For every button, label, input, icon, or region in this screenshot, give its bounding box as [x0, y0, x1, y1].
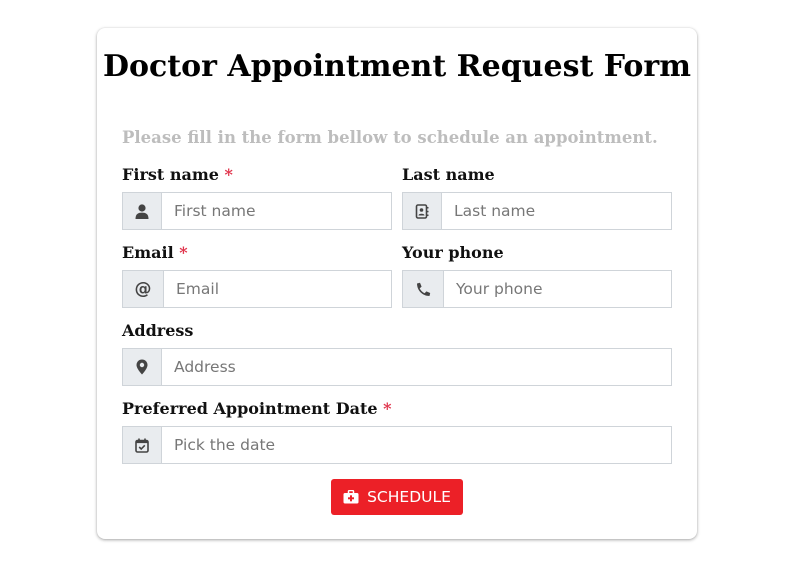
- at-icon: @: [123, 271, 164, 307]
- email-input-group: @: [122, 270, 392, 308]
- appointment-form-card: Doctor Appointment Request Form Please f…: [97, 28, 697, 539]
- phone-icon: [403, 271, 444, 307]
- form-title: Doctor Appointment Request Form: [103, 49, 691, 84]
- appointment-date-label: Preferred Appointment Date *: [122, 399, 392, 418]
- medical-kit-icon: [343, 490, 359, 504]
- schedule-button[interactable]: SCHEDULE: [331, 479, 463, 515]
- appointment-date-input[interactable]: [162, 427, 671, 463]
- appointment-date-field: Preferred Appointment Date *: [122, 398, 672, 464]
- address-book-icon: [403, 193, 442, 229]
- phone-field: Your phone: [402, 242, 672, 308]
- appointment-date-input-group: [122, 426, 672, 464]
- address-label: Address: [122, 321, 194, 340]
- phone-input[interactable]: [444, 271, 671, 307]
- user-icon: [123, 193, 162, 229]
- required-marker: *: [224, 165, 233, 184]
- last-name-label: Last name: [402, 165, 495, 184]
- first-name-input[interactable]: [162, 193, 391, 229]
- last-name-input-group: [402, 192, 672, 230]
- last-name-input[interactable]: [442, 193, 671, 229]
- email-field: Email * @: [122, 242, 392, 308]
- phone-label: Your phone: [402, 243, 504, 262]
- address-input[interactable]: [162, 349, 671, 385]
- email-input[interactable]: [164, 271, 391, 307]
- address-input-group: [122, 348, 672, 386]
- required-marker: *: [383, 399, 392, 418]
- calendar-check-icon: [123, 427, 162, 463]
- last-name-field: Last name: [402, 164, 672, 230]
- first-name-field: First name *: [122, 164, 392, 230]
- required-marker: *: [179, 243, 188, 262]
- schedule-button-label: SCHEDULE: [367, 488, 451, 506]
- first-name-input-group: [122, 192, 392, 230]
- email-label: Email *: [122, 243, 188, 262]
- first-name-label: First name *: [122, 165, 233, 184]
- phone-input-group: [402, 270, 672, 308]
- map-marker-icon: [123, 349, 162, 385]
- form-subtitle: Please fill in the form bellow to schedu…: [122, 128, 658, 147]
- address-field: Address: [122, 320, 672, 386]
